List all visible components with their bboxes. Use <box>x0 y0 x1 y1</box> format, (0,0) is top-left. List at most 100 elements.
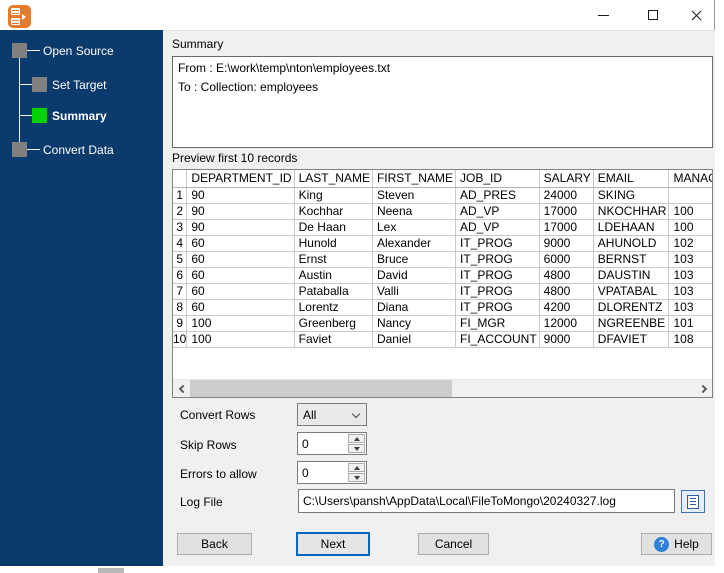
skip-rows-increment-button[interactable] <box>348 434 365 443</box>
table-cell[interactable]: 100 <box>186 331 295 348</box>
table-cell[interactable]: AD_VP <box>455 219 540 236</box>
table-cell[interactable]: IT_PROG <box>455 251 540 268</box>
table-cell[interactable]: 60 <box>186 283 295 300</box>
errors-increment-button[interactable] <box>348 463 365 472</box>
table-row[interactable]: 10 100 Faviet Daniel FI_ACCOUNT 9000 DFAVIET 10… <box>173 331 712 348</box>
table-cell[interactable]: 60 <box>186 267 295 284</box>
scroll-left-button[interactable] <box>173 380 190 397</box>
table-cell[interactable]: FI_MGR <box>455 315 540 332</box>
table-cell[interactable]: 100 <box>668 203 712 220</box>
table-cell[interactable]: 100 <box>186 315 295 332</box>
log-file-browse-button[interactable] <box>681 490 705 513</box>
table-cell[interactable]: 60 <box>186 235 295 252</box>
title-bar[interactable] <box>0 0 714 30</box>
row-number-cell[interactable]: 5 <box>173 251 188 268</box>
table-cell[interactable]: VPATABAL <box>593 283 670 300</box>
table-cell[interactable]: LDEHAAN <box>593 219 670 236</box>
row-number-cell[interactable]: 1 <box>173 187 188 204</box>
column-header[interactable]: SALARY <box>539 170 594 188</box>
table-cell[interactable]: David <box>372 267 456 284</box>
table-cell[interactable]: DLORENTZ <box>593 299 670 316</box>
table-cell[interactable]: Nancy <box>372 315 456 332</box>
table-cell[interactable]: Greenberg <box>294 315 373 332</box>
table-cell[interactable]: Ernst <box>294 251 373 268</box>
table-cell[interactable]: Hunold <box>294 235 373 252</box>
table-cell[interactable]: Bruce <box>372 251 456 268</box>
scrollbar-thumb[interactable] <box>190 380 452 397</box>
row-number-cell[interactable]: 4 <box>173 235 188 252</box>
table-cell[interactable]: DAUSTIN <box>593 267 670 284</box>
table-cell[interactable]: 12000 <box>539 315 594 332</box>
horizontal-scrollbar[interactable] <box>173 379 712 397</box>
table-cell[interactable]: Steven <box>372 187 456 204</box>
table-row[interactable]: 1 90 King Steven AD_PRES 24000 SKING <box>173 187 712 204</box>
table-cell[interactable]: AD_PRES <box>455 187 540 204</box>
table-cell[interactable]: 17000 <box>539 203 594 220</box>
table-cell[interactable]: 60 <box>186 299 295 316</box>
errors-to-allow-input[interactable] <box>298 462 348 483</box>
table-cell[interactable]: 6000 <box>539 251 594 268</box>
cancel-button[interactable]: Cancel <box>418 533 489 555</box>
table-cell[interactable]: De Haan <box>294 219 373 236</box>
table-cell[interactable]: Daniel <box>372 331 456 348</box>
table-cell[interactable]: 90 <box>186 187 295 204</box>
table-cell[interactable]: 24000 <box>539 187 594 204</box>
minimize-button[interactable] <box>583 0 623 30</box>
column-header[interactable]: DEPARTMENT_ID <box>186 170 295 188</box>
table-row[interactable]: 2 90 Kochhar Neena AD_VP 17000 NKOCHHAR 100 <box>173 203 712 220</box>
summary-textbox[interactable]: From : E:\work\temp\nton\employees.txt T… <box>172 56 713 148</box>
table-cell[interactable]: Alexander <box>372 235 456 252</box>
table-cell[interactable]: DFAVIET <box>593 331 670 348</box>
row-number-cell[interactable]: 3 <box>173 219 188 236</box>
app-icon[interactable] <box>8 5 31 28</box>
table-cell[interactable]: 17000 <box>539 219 594 236</box>
close-button[interactable] <box>676 0 716 30</box>
scroll-right-button[interactable] <box>695 380 712 397</box>
table-cell[interactable]: 103 <box>668 299 712 316</box>
table-cell[interactable]: 100 <box>668 219 712 236</box>
errors-decrement-button[interactable] <box>348 473 365 482</box>
table-cell[interactable]: BERNST <box>593 251 670 268</box>
table-cell[interactable]: 103 <box>668 267 712 284</box>
table-cell[interactable]: 60 <box>186 251 295 268</box>
row-number-cell[interactable]: 10 <box>173 331 188 348</box>
table-cell[interactable]: Lex <box>372 219 456 236</box>
table-cell[interactable]: King <box>294 187 373 204</box>
log-file-input[interactable] <box>298 489 675 513</box>
row-number-cell[interactable]: 2 <box>173 203 188 220</box>
table-cell[interactable]: Austin <box>294 267 373 284</box>
table-cell[interactable]: 4200 <box>539 299 594 316</box>
help-button[interactable]: ? Help <box>641 533 712 555</box>
table-row[interactable]: 6 60 Austin David IT_PROG 4800 DAUSTIN 103 <box>173 267 712 284</box>
table-cell[interactable]: 4800 <box>539 283 594 300</box>
table-cell[interactable]: 9000 <box>539 235 594 252</box>
table-cell[interactable]: 4800 <box>539 267 594 284</box>
table-cell[interactable]: IT_PROG <box>455 299 540 316</box>
column-header[interactable]: JOB_ID <box>455 170 540 188</box>
table-row[interactable]: 5 60 Ernst Bruce IT_PROG 6000 BERNST 103 <box>173 251 712 268</box>
row-number-cell[interactable]: 8 <box>173 299 188 316</box>
table-cell[interactable]: IT_PROG <box>455 267 540 284</box>
table-row[interactable]: 9 100 Greenberg Nancy FI_MGR 12000 NGREENBE 101 <box>173 315 712 332</box>
table-cell[interactable]: Faviet <box>294 331 373 348</box>
table-cell[interactable]: 9000 <box>539 331 594 348</box>
skip-rows-input[interactable] <box>298 433 348 454</box>
table-cell[interactable]: Diana <box>372 299 456 316</box>
table-cell[interactable]: SKING <box>593 187 670 204</box>
table-cell[interactable]: 90 <box>186 203 295 220</box>
row-number-cell[interactable]: 9 <box>173 315 188 332</box>
table-cell[interactable]: Neena <box>372 203 456 220</box>
table-cell[interactable]: AHUNOLD <box>593 235 670 252</box>
table-cell[interactable]: AD_VP <box>455 203 540 220</box>
table-cell[interactable]: 101 <box>668 315 712 332</box>
table-cell[interactable]: Valli <box>372 283 456 300</box>
column-header[interactable]: MANAG <box>668 170 712 188</box>
table-cell[interactable]: 103 <box>668 251 712 268</box>
convert-rows-dropdown[interactable]: All <box>297 403 367 426</box>
table-cell[interactable]: IT_PROG <box>455 235 540 252</box>
table-cell[interactable]: 108 <box>668 331 712 348</box>
next-button[interactable]: Next <box>296 532 370 556</box>
table-cell[interactable]: 103 <box>668 283 712 300</box>
table-cell[interactable]: Lorentz <box>294 299 373 316</box>
table-row[interactable]: 3 90 De Haan Lex AD_VP 17000 LDEHAAN 100 <box>173 219 712 236</box>
